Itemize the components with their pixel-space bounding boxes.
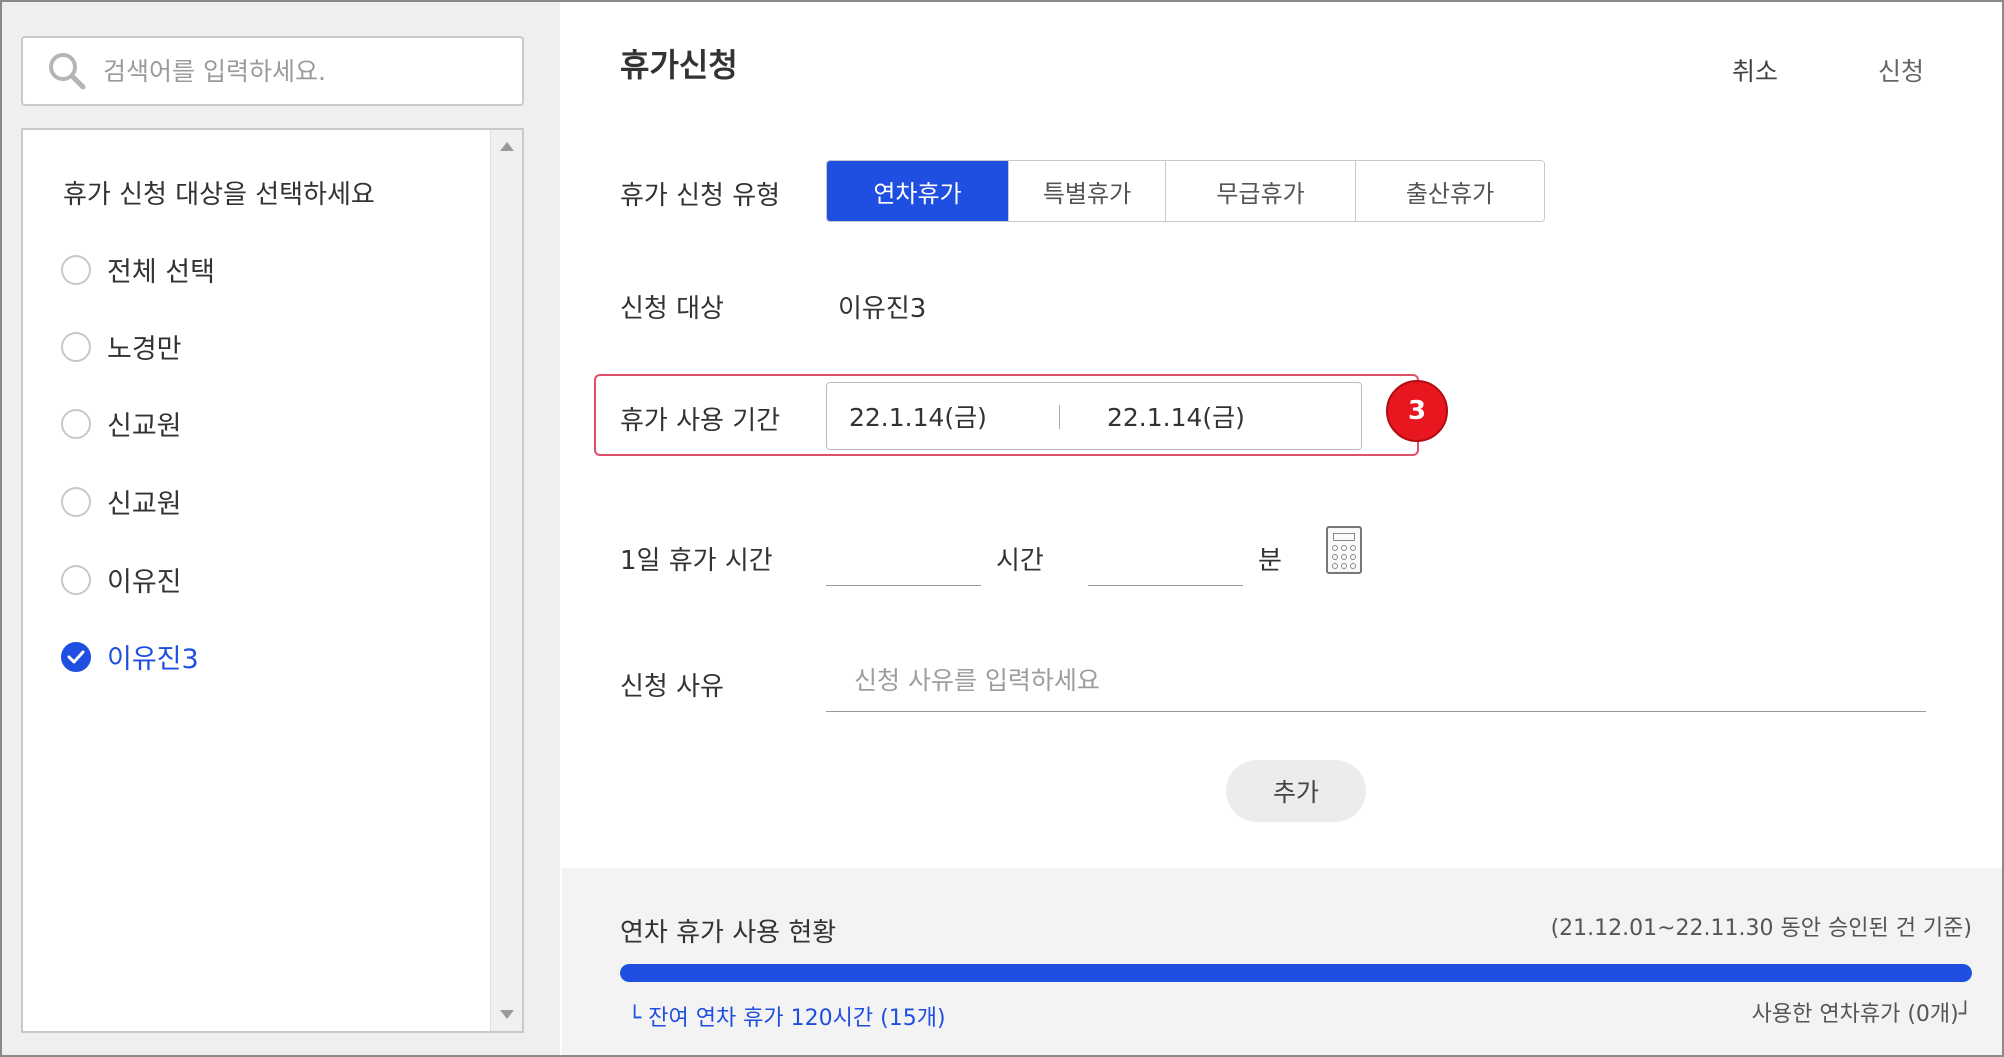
reason-input[interactable] xyxy=(826,650,1926,712)
add-button[interactable]: 추가 xyxy=(1226,760,1366,822)
status-title: 연차 휴가 사용 현황 xyxy=(620,918,837,948)
scroll-down-icon[interactable] xyxy=(500,1010,514,1019)
target-option-label: 전체 선택 xyxy=(107,257,215,288)
target-option[interactable]: 신교원 xyxy=(61,482,182,521)
period-label: 휴가 사용 기간 xyxy=(620,406,781,436)
target-option-label: 이유진 xyxy=(107,567,182,598)
target-option-label: 노경만 xyxy=(107,334,182,365)
start-date[interactable]: 22.1.14(금) xyxy=(849,398,987,434)
radio-icon[interactable] xyxy=(61,564,91,595)
search-box[interactable] xyxy=(21,36,524,106)
scroll-up-icon[interactable] xyxy=(500,142,514,151)
list-scrollbar[interactable] xyxy=(490,130,522,1031)
date-separator xyxy=(1059,405,1060,429)
tab-special-leave[interactable]: 특별휴가 xyxy=(1009,161,1166,221)
annual-leave-status: 연차 휴가 사용 현황 (21.12.01~22.11.30 동안 승인된 건 … xyxy=(562,868,2002,1055)
remaining-leave: └ 잔여 연차 휴가 120시간 (15개) xyxy=(628,1006,946,1031)
apply-button[interactable]: 신청 xyxy=(1878,52,1924,88)
target-option-label: 신교원 xyxy=(107,411,182,442)
radio-icon[interactable] xyxy=(61,486,91,517)
leave-type-label: 휴가 신청 유형 xyxy=(620,181,781,211)
page-title: 휴가신청 xyxy=(620,46,738,84)
check-icon[interactable] xyxy=(61,641,91,672)
tab-unpaid-leave[interactable]: 무급휴가 xyxy=(1166,161,1356,221)
leave-progress-bar xyxy=(620,964,1972,982)
target-option-label: 신교원 xyxy=(107,489,182,520)
target-option-label: 이유진3 xyxy=(107,644,199,675)
target-option[interactable]: 이유진 xyxy=(61,560,182,599)
radio-icon[interactable] xyxy=(61,254,91,285)
hours-unit: 시간 xyxy=(996,546,1044,576)
target-value: 이유진3 xyxy=(838,294,927,324)
daily-time-label: 1일 휴가 시간 xyxy=(620,546,773,576)
minutes-input[interactable] xyxy=(1088,528,1243,586)
radio-icon[interactable] xyxy=(61,408,91,439)
leave-type-tabs: 연차휴가 특별휴가 무급휴가 출산휴가 xyxy=(826,160,1545,222)
hours-input[interactable] xyxy=(826,528,981,586)
target-list-title: 휴가 신청 대상을 선택하세요 xyxy=(63,180,375,210)
target-option[interactable]: 노경만 xyxy=(61,327,182,366)
target-option-select-all[interactable]: 전체 선택 xyxy=(61,250,215,289)
cancel-button[interactable]: 취소 xyxy=(1732,52,1778,88)
used-leave: 사용한 연차휴가 (0개)┘ xyxy=(1751,1002,1972,1027)
step-badge: 3 xyxy=(1386,380,1448,442)
target-list: 휴가 신청 대상을 선택하세요 전체 선택 노경만 신교원 신교원 이유진 이유… xyxy=(21,128,524,1033)
end-date[interactable]: 22.1.14(금) xyxy=(1107,398,1245,434)
target-option-selected[interactable]: 이유진3 xyxy=(61,637,199,676)
search-input[interactable] xyxy=(103,56,483,86)
calculator-icon[interactable] xyxy=(1326,526,1362,574)
search-icon xyxy=(49,53,86,90)
target-label: 신청 대상 xyxy=(620,294,724,324)
date-range-field[interactable]: 22.1.14(금) 22.1.14(금) xyxy=(826,382,1362,450)
status-basis: (21.12.01~22.11.30 동안 승인된 건 기준) xyxy=(1550,916,1972,941)
tab-annual-leave[interactable]: 연차휴가 xyxy=(827,161,1009,221)
reason-label: 신청 사유 xyxy=(620,672,724,702)
leave-progress-fill xyxy=(620,964,1972,982)
target-option[interactable]: 신교원 xyxy=(61,404,182,443)
minutes-unit: 분 xyxy=(1258,546,1282,576)
radio-icon[interactable] xyxy=(61,331,91,362)
target-panel: 휴가 신청 대상을 선택하세요 전체 선택 노경만 신교원 신교원 이유진 이유… xyxy=(2,2,560,1055)
tab-maternity-leave[interactable]: 출산휴가 xyxy=(1356,161,1544,221)
